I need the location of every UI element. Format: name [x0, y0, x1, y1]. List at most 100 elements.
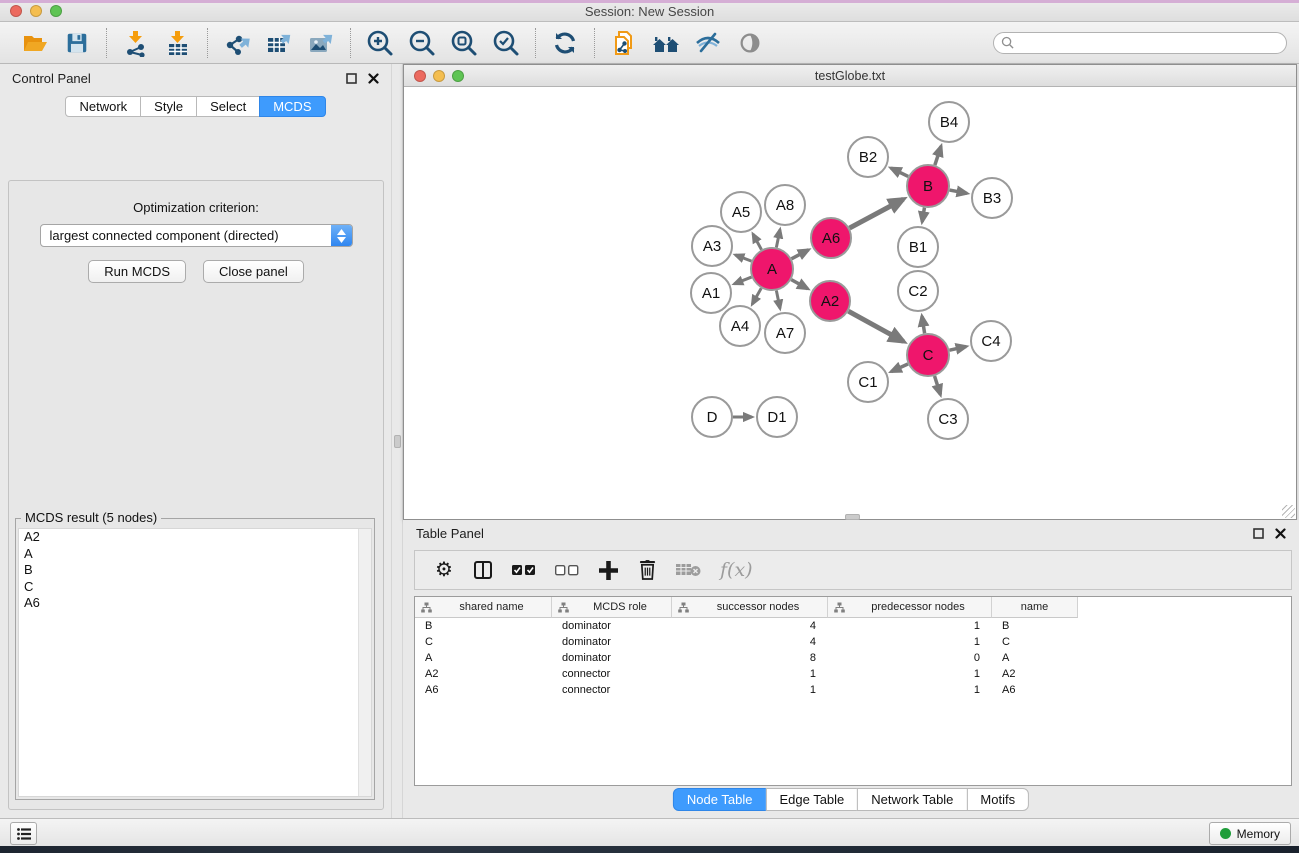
- edge-A-A1[interactable]: [734, 277, 751, 284]
- column-hierarchy-icon: [558, 602, 569, 613]
- zoom-in-button[interactable]: [363, 26, 397, 60]
- desktop-background: [0, 846, 1299, 853]
- run-mcds-button[interactable]: Run MCDS: [88, 260, 186, 283]
- refresh-layout-button[interactable]: [548, 26, 582, 60]
- table-cell: 1: [828, 668, 992, 680]
- zoom-out-icon: [407, 28, 437, 58]
- table-row[interactable]: A6connector11A6: [415, 682, 1291, 698]
- memory-status-icon: [1220, 828, 1231, 839]
- mcds-result-item[interactable]: A: [19, 546, 371, 563]
- export-network-button[interactable]: [220, 26, 254, 60]
- table-cell: 1: [672, 684, 828, 696]
- close-panel-icon[interactable]: [1275, 528, 1286, 539]
- export-table-button[interactable]: [262, 26, 296, 60]
- tab-style[interactable]: Style: [140, 96, 197, 117]
- select-all-icon[interactable]: [512, 565, 536, 576]
- edge-A-A5[interactable]: [753, 234, 762, 250]
- column-header-name[interactable]: name: [992, 597, 1078, 618]
- splitter-grip[interactable]: [394, 435, 401, 448]
- mcds-result-item[interactable]: B: [19, 562, 371, 579]
- optimization-criterion-select[interactable]: largest connected component (directed): [40, 224, 353, 247]
- float-panel-icon[interactable]: [1253, 528, 1264, 539]
- task-history-button[interactable]: [10, 822, 37, 845]
- edge-A6-B[interactable]: [850, 199, 904, 228]
- import-table-button[interactable]: [161, 26, 195, 60]
- delete-column-icon[interactable]: [637, 560, 657, 580]
- edge-C-C2[interactable]: [922, 316, 925, 333]
- application-window: Session: New Session: [0, 0, 1299, 853]
- node-label-A8: A8: [776, 197, 794, 214]
- close-panel-button[interactable]: Close panel: [203, 260, 304, 283]
- edge-A-A7[interactable]: [776, 291, 780, 309]
- table-row[interactable]: Adominator80A: [415, 650, 1291, 666]
- column-hierarchy-icon: [834, 602, 845, 613]
- export-image-button[interactable]: [304, 26, 338, 60]
- result-list-scrollbar[interactable]: [358, 529, 371, 796]
- edge-A-A4[interactable]: [752, 288, 761, 304]
- edge-C-C3[interactable]: [935, 376, 941, 395]
- add-column-icon[interactable]: [598, 561, 618, 580]
- zoom-selected-button[interactable]: [489, 26, 523, 60]
- column-layout-icon[interactable]: [473, 560, 493, 580]
- hide-selected-button[interactable]: [691, 26, 725, 60]
- column-header-predecessor-nodes[interactable]: predecessor nodes: [828, 597, 992, 618]
- settings-gear-icon[interactable]: ⚙: [434, 560, 454, 580]
- table-tab-node-table[interactable]: Node Table: [673, 788, 767, 811]
- select-stepper-icon: [331, 225, 352, 246]
- edge-C-C1[interactable]: [891, 364, 908, 372]
- save-session-button[interactable]: [60, 26, 94, 60]
- tab-network[interactable]: Network: [65, 96, 141, 117]
- tab-mcds[interactable]: MCDS: [259, 96, 325, 117]
- status-bar: Memory: [0, 818, 1299, 846]
- toolbar-separator: [207, 28, 208, 58]
- edge-B-B4[interactable]: [935, 146, 941, 165]
- table-tab-network-table[interactable]: Network Table: [857, 788, 967, 811]
- memory-button[interactable]: Memory: [1209, 822, 1291, 845]
- import-network-button[interactable]: [119, 26, 153, 60]
- save-session-icon: [64, 30, 90, 56]
- mcds-result-list[interactable]: A2ABCA6: [18, 528, 372, 797]
- edge-A2-C[interactable]: [848, 311, 903, 341]
- column-header-shared-name[interactable]: shared name: [415, 597, 552, 618]
- edge-B-B2[interactable]: [891, 168, 908, 176]
- float-panel-icon[interactable]: [346, 73, 357, 84]
- zoom-out-button[interactable]: [405, 26, 439, 60]
- table-row[interactable]: Bdominator41B: [415, 618, 1291, 634]
- zoom-fit-button[interactable]: [447, 26, 481, 60]
- tab-select[interactable]: Select: [196, 96, 260, 117]
- show-all-button[interactable]: [733, 26, 767, 60]
- node-table[interactable]: shared nameMCDS rolesuccessor nodesprede…: [414, 596, 1292, 786]
- window-resize-grip[interactable]: [1282, 505, 1295, 518]
- edge-B-B3[interactable]: [950, 190, 967, 193]
- mcds-result-item[interactable]: A2: [19, 529, 371, 546]
- table-row[interactable]: Cdominator41C: [415, 634, 1291, 650]
- edge-C-C4[interactable]: [949, 347, 966, 351]
- mcds-result-item[interactable]: A6: [19, 595, 371, 612]
- network-graph[interactable]: B4B2BB3A5A8A6A3B1AA1C2A2A4A7C4CC1C3DD1: [404, 87, 1296, 519]
- close-panel-icon[interactable]: [368, 73, 379, 84]
- edge-A-A8[interactable]: [776, 229, 780, 247]
- network-canvas[interactable]: B4B2BB3A5A8A6A3B1AA1C2A2A4A7C4CC1C3DD1: [404, 87, 1296, 519]
- table-cell: A2: [415, 668, 552, 680]
- deselect-all-icon[interactable]: [555, 565, 579, 576]
- mcds-result-item[interactable]: C: [19, 579, 371, 596]
- edge-A-A6[interactable]: [791, 250, 808, 259]
- column-header-successor-nodes[interactable]: successor nodes: [672, 597, 828, 618]
- clone-network-button[interactable]: [607, 26, 641, 60]
- edge-B-B1[interactable]: [922, 208, 924, 222]
- table-cell: A: [992, 652, 1078, 664]
- delete-table-icon[interactable]: [676, 563, 701, 577]
- edge-A-A2[interactable]: [791, 280, 807, 289]
- edge-A-A3[interactable]: [735, 255, 751, 261]
- table-row[interactable]: A2connector11A2: [415, 666, 1291, 682]
- function-builder-icon[interactable]: f(x): [720, 559, 753, 581]
- column-header-MCDS-role[interactable]: MCDS role: [552, 597, 672, 618]
- open-session-button[interactable]: [18, 26, 52, 60]
- vertical-splitter[interactable]: [391, 64, 403, 818]
- table-tab-motifs[interactable]: Motifs: [966, 788, 1029, 811]
- node-label-B1: B1: [909, 239, 927, 256]
- table-tab-edge-table[interactable]: Edge Table: [765, 788, 858, 811]
- network-window-titlebar[interactable]: testGlobe.txt: [404, 65, 1296, 87]
- first-neighbors-button[interactable]: [649, 26, 683, 60]
- search-input[interactable]: [1014, 36, 1286, 50]
